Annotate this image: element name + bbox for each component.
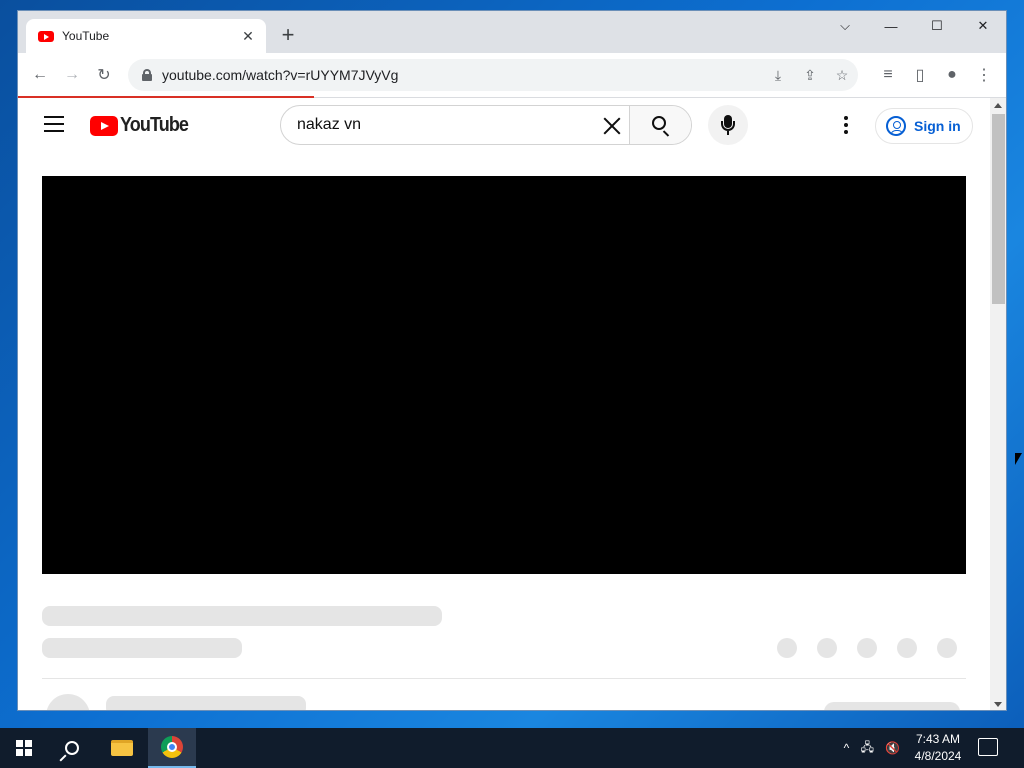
minimize-button[interactable]: —	[868, 11, 914, 41]
system-tray: ^ 🖧 🔇	[838, 728, 906, 768]
windows-logo-icon	[16, 740, 32, 756]
subscribe-placeholder	[824, 702, 960, 710]
folder-icon	[111, 740, 133, 756]
tab-youtube[interactable]: YouTube ✕	[26, 19, 266, 53]
account-icon	[886, 116, 906, 136]
settings-menu-icon[interactable]	[844, 116, 848, 134]
action-placeholder	[937, 638, 957, 658]
search-box	[280, 105, 692, 145]
network-icon[interactable]: 🖧	[861, 738, 874, 759]
chrome-icon	[161, 736, 183, 758]
browser-window: YouTube ✕ + ⌵ — ☐ ✕ ← → ↻ youtube.com/wa…	[17, 10, 1007, 711]
clock-time: 7:43 AM	[915, 732, 961, 746]
youtube-page: YouTube Sign in	[18, 98, 990, 710]
media-control-icon[interactable]: ≡	[872, 59, 904, 91]
tab-strip: YouTube ✕ + ⌵ — ☐ ✕	[18, 11, 1006, 53]
side-panel-icon[interactable]: ▯	[904, 59, 936, 91]
channel-name-placeholder	[106, 696, 306, 710]
maximize-button[interactable]: ☐	[914, 11, 960, 41]
meta-placeholder	[42, 638, 242, 658]
vertical-scrollbar[interactable]	[990, 98, 1006, 710]
channel-avatar-placeholder	[46, 694, 90, 710]
youtube-wordmark: YouTube	[120, 114, 189, 136]
forward-icon[interactable]: →	[56, 59, 88, 91]
tab-close-icon[interactable]: ✕	[240, 28, 256, 45]
youtube-favicon-icon	[38, 30, 54, 42]
youtube-play-icon	[90, 115, 118, 136]
volume-muted-icon[interactable]: 🔇	[885, 741, 900, 755]
new-tab-button[interactable]: +	[278, 23, 298, 47]
profile-avatar-icon[interactable]: ●	[936, 59, 968, 91]
video-player[interactable]	[42, 176, 966, 574]
sign-in-label: Sign in	[914, 118, 961, 134]
browser-toolbar: ← → ↻ youtube.com/watch?v=rUYYM7JVyVg ⤓ …	[18, 53, 1006, 97]
microphone-icon-arc	[721, 121, 735, 131]
lock-icon[interactable]	[142, 69, 152, 81]
reload-icon[interactable]: ↻	[88, 59, 120, 91]
close-window-button[interactable]: ✕	[960, 11, 1006, 41]
action-placeholder	[897, 638, 917, 658]
address-bar[interactable]: youtube.com/watch?v=rUYYM7JVyVg ⤓ ⇪ ☆	[128, 59, 858, 91]
show-hidden-icons-icon[interactable]: ^	[844, 741, 850, 755]
action-center-icon[interactable]	[978, 738, 998, 756]
tab-search-icon[interactable]: ⌵	[822, 11, 868, 41]
mouse-cursor-icon	[1015, 453, 1022, 465]
start-button[interactable]	[0, 728, 48, 768]
share-icon[interactable]: ⇪	[794, 67, 826, 84]
content-divider	[42, 678, 966, 679]
browser-menu-icon[interactable]: ⋮	[968, 59, 1000, 91]
url-text[interactable]: youtube.com/watch?v=rUYYM7JVyVg	[162, 67, 398, 83]
action-placeholder	[777, 638, 797, 658]
chrome-taskbar-button[interactable]	[148, 728, 196, 768]
search-icon	[65, 741, 79, 755]
clock-date: 4/8/2024	[914, 749, 962, 763]
scrollbar-thumb[interactable]	[992, 114, 1005, 304]
clock[interactable]: 7:43 AM 4/8/2024	[906, 731, 970, 765]
bookmark-star-icon[interactable]: ☆	[826, 67, 858, 84]
search-input[interactable]	[297, 107, 597, 143]
back-icon[interactable]: ←	[24, 59, 56, 91]
youtube-header: YouTube Sign in	[18, 98, 990, 154]
sign-in-button[interactable]: Sign in	[875, 108, 973, 144]
scroll-down-icon[interactable]	[994, 702, 1002, 707]
search-button[interactable]	[629, 106, 691, 144]
title-placeholder	[42, 606, 442, 626]
voice-search-button[interactable]	[708, 105, 748, 145]
clear-search-icon[interactable]	[601, 115, 623, 137]
action-placeholder	[857, 638, 877, 658]
microphone-icon-stem	[727, 131, 729, 135]
file-explorer-button[interactable]	[98, 728, 146, 768]
menu-icon[interactable]	[44, 116, 64, 132]
taskbar: ^ 🖧 🔇 7:43 AM 4/8/2024	[0, 728, 1024, 768]
scroll-up-icon[interactable]	[994, 103, 1002, 108]
action-placeholder	[817, 638, 837, 658]
install-icon[interactable]: ⤓	[762, 67, 794, 84]
tab-title: YouTube	[62, 29, 110, 43]
search-icon	[652, 116, 666, 130]
taskbar-search-button[interactable]	[48, 728, 96, 768]
youtube-logo[interactable]: YouTube	[90, 114, 196, 137]
